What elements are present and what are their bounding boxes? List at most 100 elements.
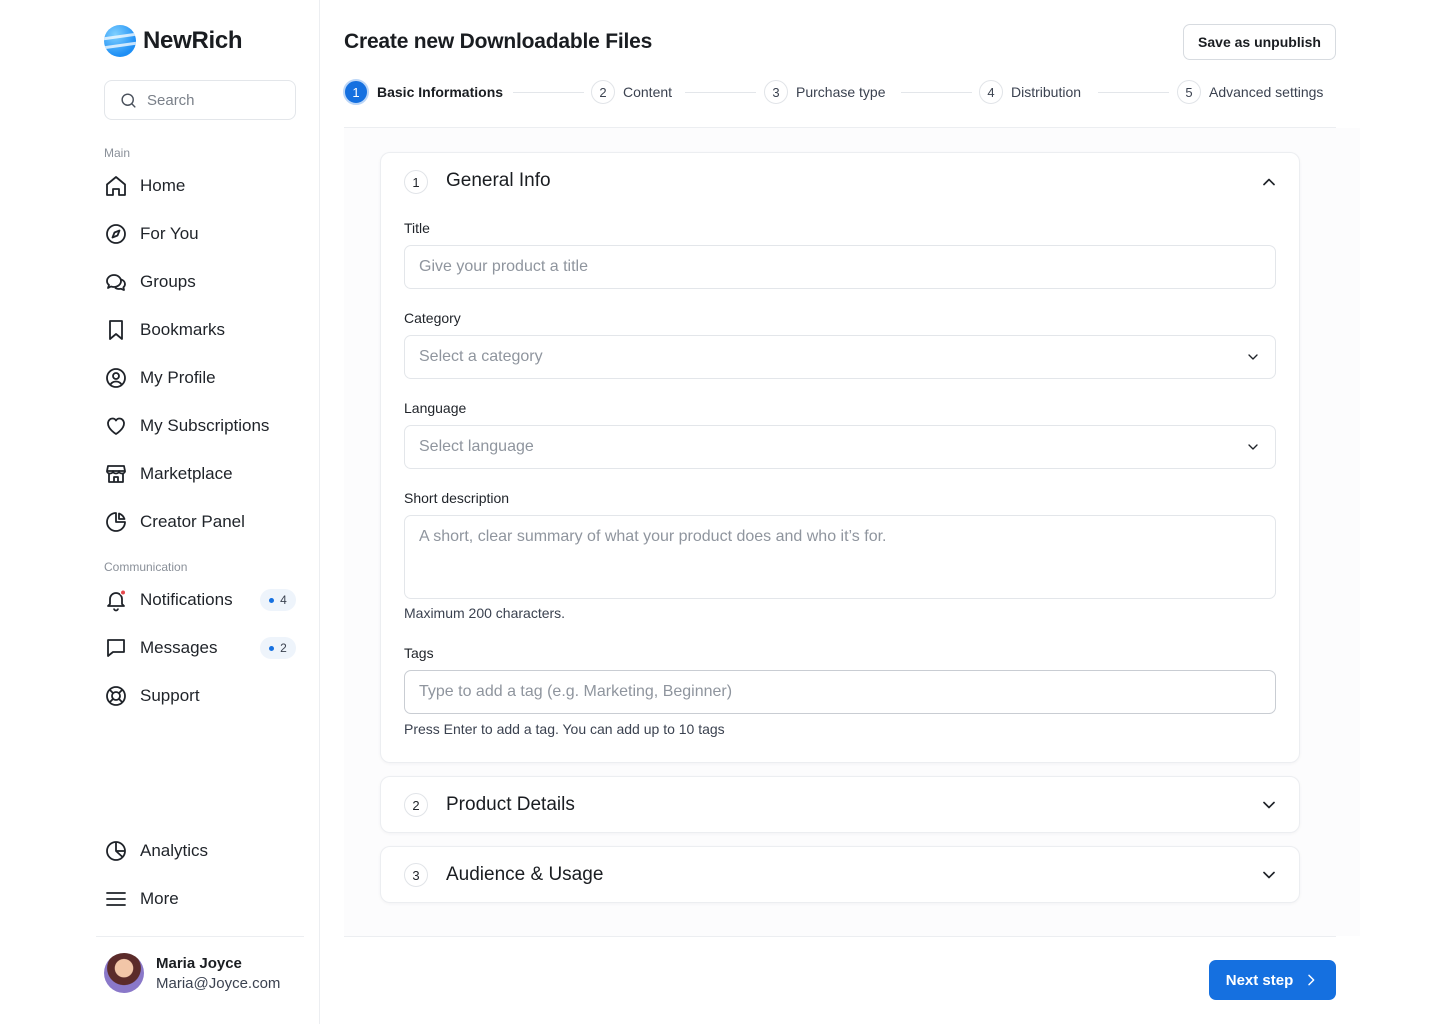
step-label: Advanced settings (1209, 84, 1324, 100)
chevron-down-icon (1248, 444, 1258, 450)
step-basic-informations[interactable]: 1 Basic Informations (343, 78, 503, 106)
language-placeholder: Select language (419, 438, 534, 455)
search-icon (121, 92, 136, 108)
title-input[interactable] (419, 258, 1261, 276)
sidebar-item-my-profile[interactable]: My Profile (104, 360, 296, 396)
chevron-up-icon[interactable] (1259, 172, 1279, 192)
language-label: Language (404, 400, 467, 416)
menu-icon (106, 892, 126, 906)
bell-icon (107, 589, 127, 612)
message-icon (107, 639, 125, 657)
step-number: 4 (979, 80, 1003, 104)
sidebar-item-creator-panel[interactable]: Creator Panel (104, 504, 296, 540)
chevron-down-icon (1248, 354, 1258, 360)
step-connector (1098, 92, 1169, 93)
home-icon (106, 176, 126, 196)
sidebar-item-label: Groups (140, 272, 196, 291)
chevron-right-icon (1308, 974, 1315, 986)
sidebar-item-label: More (140, 889, 179, 908)
sidebar-item-bookmarks[interactable]: Bookmarks (104, 312, 296, 348)
chevron-down-icon[interactable] (1259, 865, 1279, 885)
sidebar-item-home[interactable]: Home (104, 168, 296, 204)
section-title: Product Details (446, 794, 575, 815)
next-step-label: Next step (1225, 971, 1294, 989)
tags-field[interactable] (404, 670, 1276, 714)
step-connector (901, 92, 972, 93)
category-select[interactable]: Select a category (404, 335, 1276, 379)
step-content[interactable]: 2 Content (591, 78, 672, 106)
step-label: Basic Informations (377, 84, 504, 100)
product-details-header[interactable]: 2 Product Details (381, 777, 1299, 834)
user-circle-icon (106, 368, 126, 388)
chevron-down-icon[interactable] (1259, 795, 1279, 815)
user-profile[interactable]: Maria Joyce Maria@Joyce.com (96, 936, 304, 993)
step-number: 5 (1177, 80, 1201, 104)
sidebar-item-groups[interactable]: Groups (104, 264, 296, 300)
section-number: 1 (404, 170, 428, 194)
sidebar-item-label: My Profile (140, 368, 216, 387)
analytics-icon (106, 841, 126, 861)
badge-count: 2 (280, 641, 287, 655)
app-name: NewRich (143, 27, 243, 54)
tags-label: Tags (404, 645, 434, 661)
tags-hint: Press Enter to add a tag. You can add up… (404, 721, 725, 737)
sidebar: NewRich Main Home For You Groups Bookmar… (0, 0, 320, 1024)
step-distribution[interactable]: 4 Distribution (979, 78, 1081, 106)
step-advanced-settings[interactable]: 5 Advanced settings (1177, 78, 1323, 106)
sidebar-item-label: Notifications (140, 590, 233, 609)
notification-count-badge: 4 (260, 589, 296, 611)
general-info-section: 1 General Info Title Category Select a c… (380, 152, 1300, 763)
section-label-main: Main (104, 146, 131, 160)
step-purchase-type[interactable]: 3 Purchase type (764, 78, 886, 106)
heart-icon (107, 417, 125, 435)
compass-icon (106, 224, 126, 244)
sidebar-item-label: Marketplace (140, 464, 233, 483)
sidebar-item-label: Creator Panel (140, 512, 245, 531)
sidebar-item-for-you[interactable]: For You (104, 216, 296, 252)
divider (344, 936, 1336, 937)
title-field[interactable] (404, 245, 1276, 289)
avatar (104, 953, 144, 993)
audience-usage-header[interactable]: 3 Audience & Usage (381, 847, 1299, 904)
category-placeholder: Select a category (419, 348, 543, 365)
step-number: 1 (343, 79, 369, 105)
step-number: 3 (764, 80, 788, 104)
sidebar-item-more[interactable]: More (104, 881, 296, 917)
sidebar-item-messages[interactable]: Messages 2 (104, 630, 296, 666)
search-box[interactable] (104, 80, 296, 120)
short-description-textarea[interactable] (419, 528, 1261, 564)
short-description-label: Short description (404, 490, 510, 506)
search-input[interactable] (147, 91, 277, 109)
general-info-header[interactable]: 1 General Info (381, 153, 1299, 211)
stepper: 1 Basic Informations 2 Content 3 Purchas… (343, 78, 1336, 106)
sidebar-item-support[interactable]: Support (104, 678, 296, 714)
logo[interactable]: NewRich (104, 25, 243, 57)
next-step-button[interactable]: Next step (1209, 960, 1336, 1000)
badge-dot (269, 645, 275, 651)
sidebar-item-notifications[interactable]: Notifications 4 (104, 582, 296, 618)
title-label: Title (404, 220, 430, 236)
short-description-hint: Maximum 200 characters. (404, 605, 566, 621)
bookmark-icon (109, 320, 123, 340)
badge-count: 4 (280, 593, 287, 607)
tags-input[interactable] (419, 683, 1261, 701)
sidebar-item-label: My Subscriptions (140, 416, 270, 435)
audience-usage-section: 3 Audience & Usage (380, 846, 1300, 903)
short-description-field[interactable] (404, 515, 1276, 599)
step-label: Content (623, 84, 673, 100)
save-as-unpublish-button[interactable]: Save as unpublish (1183, 24, 1336, 60)
lifebuoy-icon (106, 686, 126, 706)
section-title: Audience & Usage (446, 864, 604, 885)
message-count-badge: 2 (260, 637, 296, 659)
sidebar-item-marketplace[interactable]: Marketplace (104, 456, 296, 492)
language-select[interactable]: Select language (404, 425, 1276, 469)
chat-bubbles-icon (106, 274, 126, 291)
sidebar-item-label: Home (140, 176, 186, 195)
product-details-section: 2 Product Details (380, 776, 1300, 833)
sidebar-item-label: Bookmarks (140, 320, 226, 339)
section-number: 3 (404, 863, 428, 887)
sidebar-item-analytics[interactable]: Analytics (104, 833, 296, 869)
page-title: Create new Downloadable Files (344, 30, 653, 53)
step-label: Purchase type (796, 84, 886, 100)
sidebar-item-my-subscriptions[interactable]: My Subscriptions (104, 408, 296, 444)
